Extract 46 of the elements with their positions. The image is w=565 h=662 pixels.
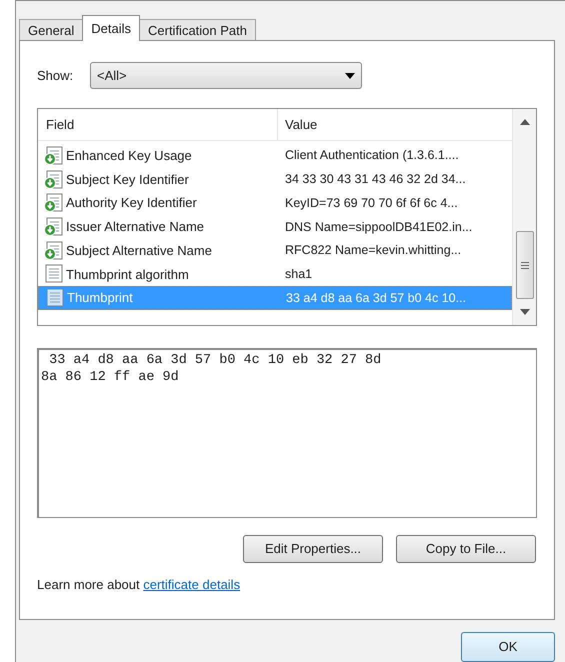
field-name: Authority Key Identifier bbox=[66, 194, 197, 212]
field-name: Issuer Alternative Name bbox=[66, 218, 204, 236]
tab[interactable]: General bbox=[19, 19, 84, 41]
show-label: Show: bbox=[37, 66, 74, 85]
list-row[interactable]: Enhanced Key Usage Client Authentication (1.3.6.1.... bbox=[38, 144, 512, 168]
tab[interactable]: Details bbox=[82, 15, 140, 41]
action-button[interactable]: Copy to File... bbox=[396, 535, 536, 563]
scrollbar[interactable] bbox=[512, 109, 536, 325]
list-row[interactable]: Subject Key Identifier 34 33 30 43 31 43 46 32 2d 34... bbox=[38, 168, 512, 192]
scroll-thumb[interactable] bbox=[516, 231, 534, 299]
field-value: 34 33 30 43 31 43 46 32 2d 34... bbox=[284, 171, 466, 188]
field-name: Thumbprint algorithm bbox=[66, 266, 189, 284]
scroll-up-icon[interactable] bbox=[520, 119, 530, 125]
ok-button[interactable]: OK bbox=[461, 632, 555, 662]
document-icon bbox=[45, 288, 65, 308]
certificate-extension-icon bbox=[44, 216, 64, 237]
column-header[interactable]: Field bbox=[38, 109, 278, 140]
list-row[interactable]: Issuer Alternative Name DNS Name=sippoolDB41E02.in... bbox=[38, 215, 512, 239]
field-name: Subject Alternative Name bbox=[66, 242, 212, 260]
field-value: DNS Name=sippoolDB41E02.in... bbox=[284, 218, 472, 236]
column-header[interactable]: Value bbox=[278, 109, 512, 140]
field-name: Thumbprint bbox=[67, 289, 133, 308]
certificate-extension-icon bbox=[44, 170, 64, 190]
field-value: Client Authentication (1.3.6.1.... bbox=[284, 147, 459, 164]
grip-icon bbox=[520, 262, 528, 268]
list-row[interactable]: Authority Key Identifier KeyID=73 69 70 70 6f 6f 6c 4... bbox=[38, 191, 512, 216]
certificate-extension-icon bbox=[44, 240, 64, 261]
scroll-down-icon[interactable] bbox=[520, 309, 530, 315]
action-button[interactable]: Edit Properties... bbox=[243, 535, 383, 563]
field-value: 33 a4 d8 aa 6a 3d 57 b0 4c 10... bbox=[285, 290, 466, 307]
show-dropdown[interactable]: <All> bbox=[90, 62, 362, 89]
list-row[interactable]: Thumbprint algorithm sha1 bbox=[38, 262, 512, 286]
field-value: sha1 bbox=[284, 266, 312, 283]
field-value: RFC822 Name=kevin.whitting... bbox=[284, 242, 462, 260]
field-value: KeyID=73 69 70 70 6f 6f 6c 4... bbox=[284, 194, 458, 212]
certificate-extension-icon bbox=[44, 146, 64, 166]
document-icon bbox=[44, 264, 64, 284]
certificate-details-link[interactable]: certificate details bbox=[143, 577, 240, 592]
dropdown-arrow-icon bbox=[345, 72, 355, 78]
learn-more-text: Learn more about certificate details bbox=[37, 576, 242, 594]
list-row[interactable]: Subject Alternative Name RFC822 Name=kevin.whitting... bbox=[38, 238, 512, 262]
field-name: Enhanced Key Usage bbox=[66, 147, 192, 166]
tab[interactable]: Certification Path bbox=[139, 19, 256, 41]
value-text-area[interactable]: 33 a4 d8 aa 6a 3d 57 b0 4c 10 eb 32 27 8d 8a 86 12 ff ae 9d bbox=[37, 348, 537, 518]
certificate-extension-icon bbox=[44, 193, 64, 214]
field-name: Subject Key Identifier bbox=[66, 170, 189, 189]
